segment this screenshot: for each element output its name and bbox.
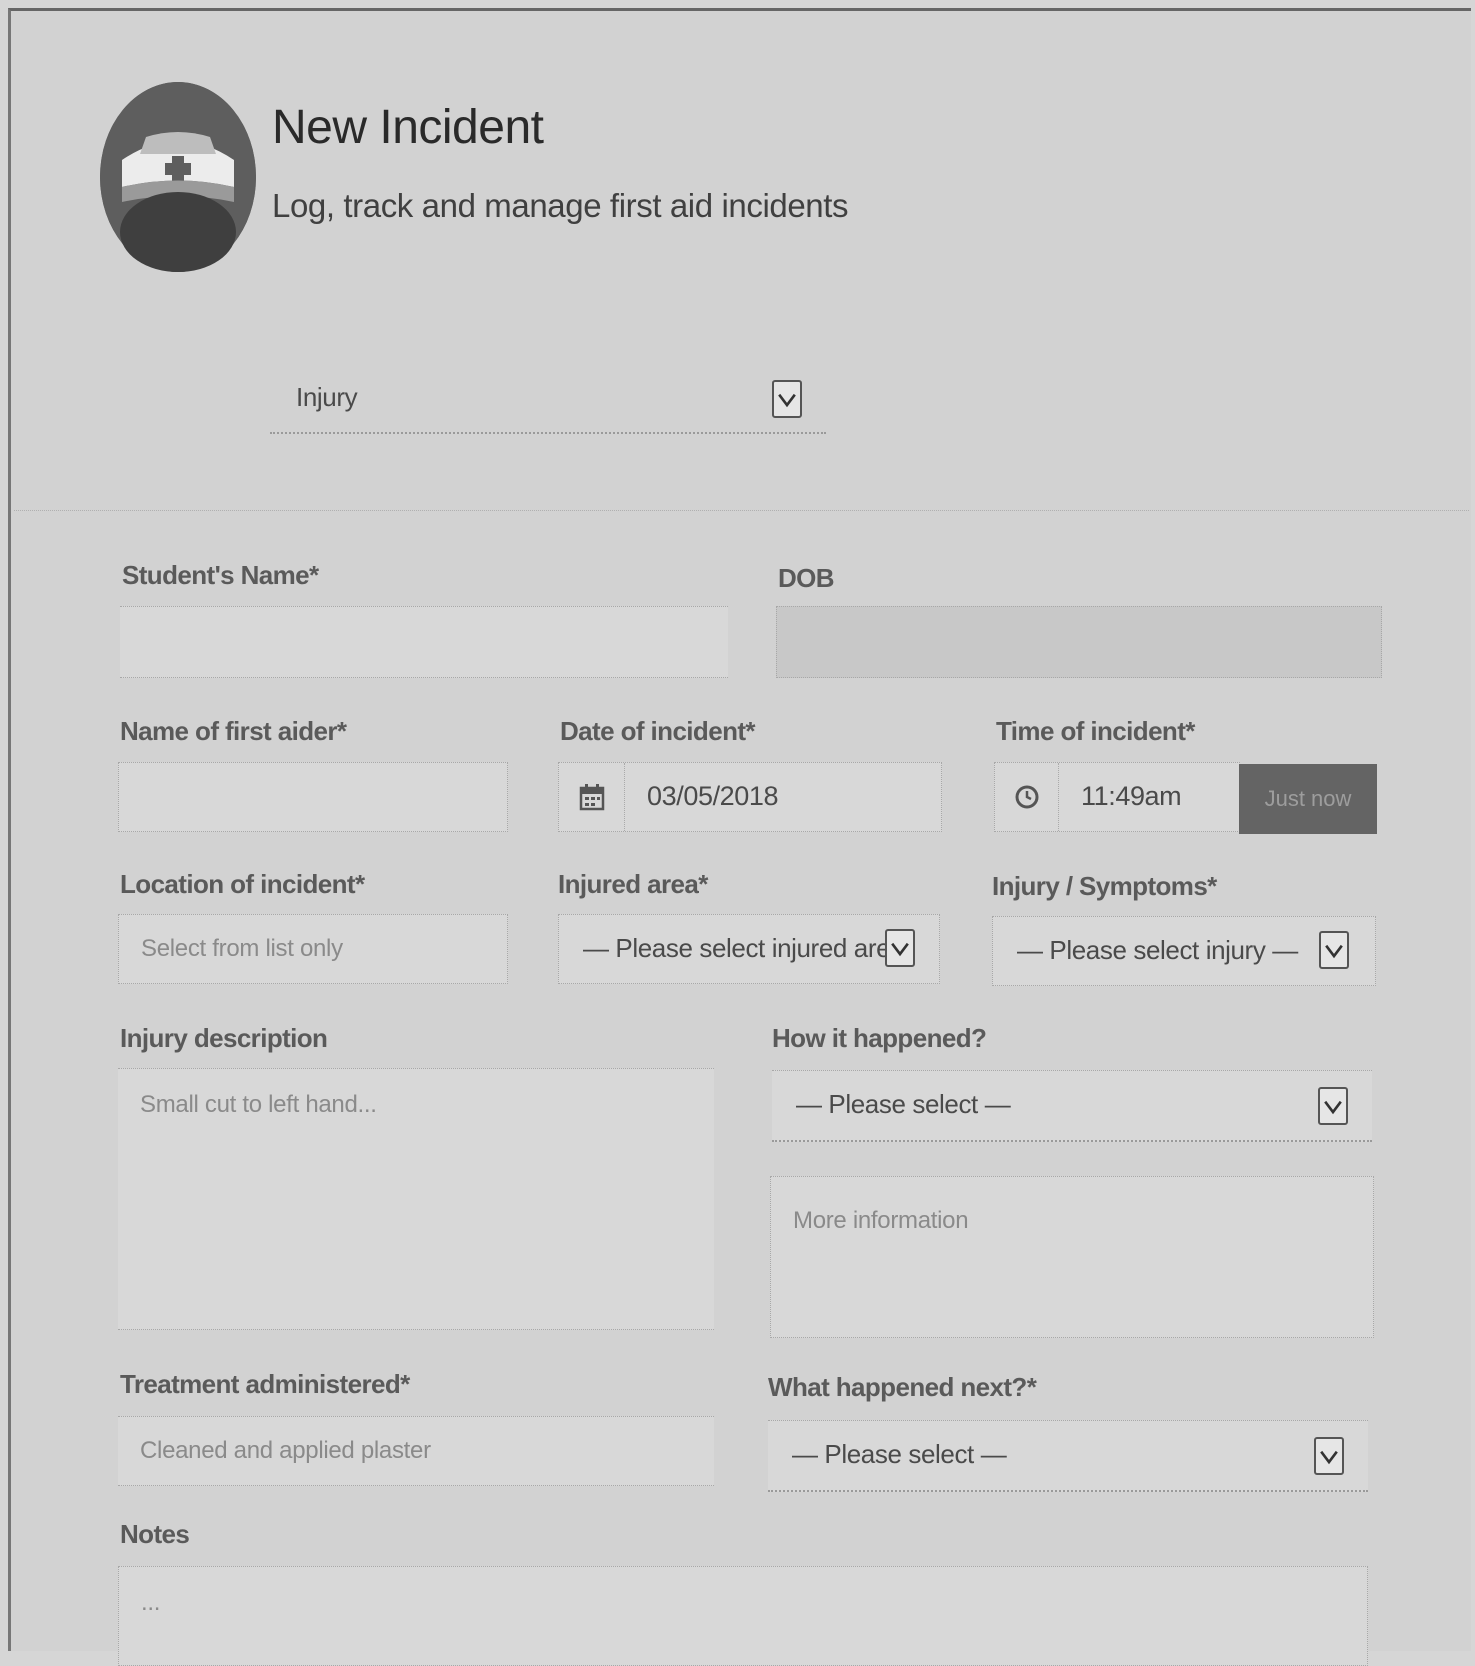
clock-icon <box>995 763 1059 831</box>
chevron-down-icon[interactable] <box>1318 1087 1348 1125</box>
injured-area-label: Injured area* <box>558 869 708 899</box>
incident-type-select[interactable]: Injury <box>270 370 826 434</box>
just-now-button[interactable]: Just now <box>1239 764 1377 834</box>
chevron-down-icon[interactable] <box>1319 931 1349 969</box>
how-happened-value: — Please select — <box>796 1089 1011 1119</box>
first-aid-nurse-icon <box>100 82 256 272</box>
symptoms-value: — Please select injury — <box>1017 935 1298 965</box>
injured-area-value: — Please select injured are <box>583 933 891 963</box>
date-input[interactable]: 03/05/2018 <box>558 762 942 832</box>
section-divider <box>14 510 1469 511</box>
chevron-down-icon[interactable] <box>772 380 802 418</box>
time-value: 11:49am <box>1081 781 1182 811</box>
calendar-icon[interactable] <box>559 763 625 831</box>
what-next-value: — Please select — <box>792 1439 1007 1469</box>
chevron-down-icon[interactable] <box>885 929 915 967</box>
notes-textarea[interactable]: ... <box>118 1566 1368 1666</box>
injury-description-placeholder: Small cut to left hand... <box>140 1091 377 1118</box>
incident-type-value: Injury <box>296 382 358 412</box>
page-title: New Incident <box>272 101 544 154</box>
dob-label: DOB <box>778 563 835 593</box>
treatment-label: Treatment administered* <box>120 1369 410 1399</box>
injured-area-select[interactable]: — Please select injured are <box>558 914 940 984</box>
injury-description-label: Injury description <box>120 1023 328 1053</box>
first-aider-input[interactable] <box>118 762 508 832</box>
student-name-label: Student's Name* <box>122 560 319 590</box>
first-aider-label: Name of first aider* <box>120 716 347 746</box>
what-next-label: What happened next?* <box>768 1372 1037 1402</box>
date-label: Date of incident* <box>560 716 756 746</box>
symptoms-label: Injury / Symptoms* <box>992 871 1217 901</box>
dob-field <box>776 606 1382 678</box>
how-happened-label: How it happened? <box>772 1023 987 1053</box>
notes-label: Notes <box>120 1519 190 1549</box>
student-name-input[interactable] <box>120 606 728 678</box>
location-input[interactable]: Select from list only <box>118 914 508 984</box>
location-placeholder: Select from list only <box>141 935 343 962</box>
chevron-down-icon[interactable] <box>1314 1437 1344 1475</box>
time-input[interactable]: 11:49am <box>994 762 1240 832</box>
more-information-placeholder: More information <box>793 1207 969 1234</box>
notes-placeholder: ... <box>141 1589 161 1616</box>
location-label: Location of incident* <box>120 869 365 899</box>
treatment-placeholder: Cleaned and applied plaster <box>140 1437 431 1464</box>
date-value: 03/05/2018 <box>647 781 779 811</box>
what-next-select[interactable]: — Please select — <box>768 1420 1368 1492</box>
treatment-input[interactable]: Cleaned and applied plaster <box>118 1416 714 1486</box>
more-information-textarea[interactable]: More information <box>770 1176 1374 1338</box>
symptoms-select[interactable]: — Please select injury — <box>992 916 1376 986</box>
injury-description-textarea[interactable]: Small cut to left hand... <box>118 1068 714 1330</box>
time-label: Time of incident* <box>996 716 1195 746</box>
page-subtitle: Log, track and manage first aid incident… <box>272 187 849 224</box>
how-happened-select[interactable]: — Please select — <box>772 1070 1372 1142</box>
